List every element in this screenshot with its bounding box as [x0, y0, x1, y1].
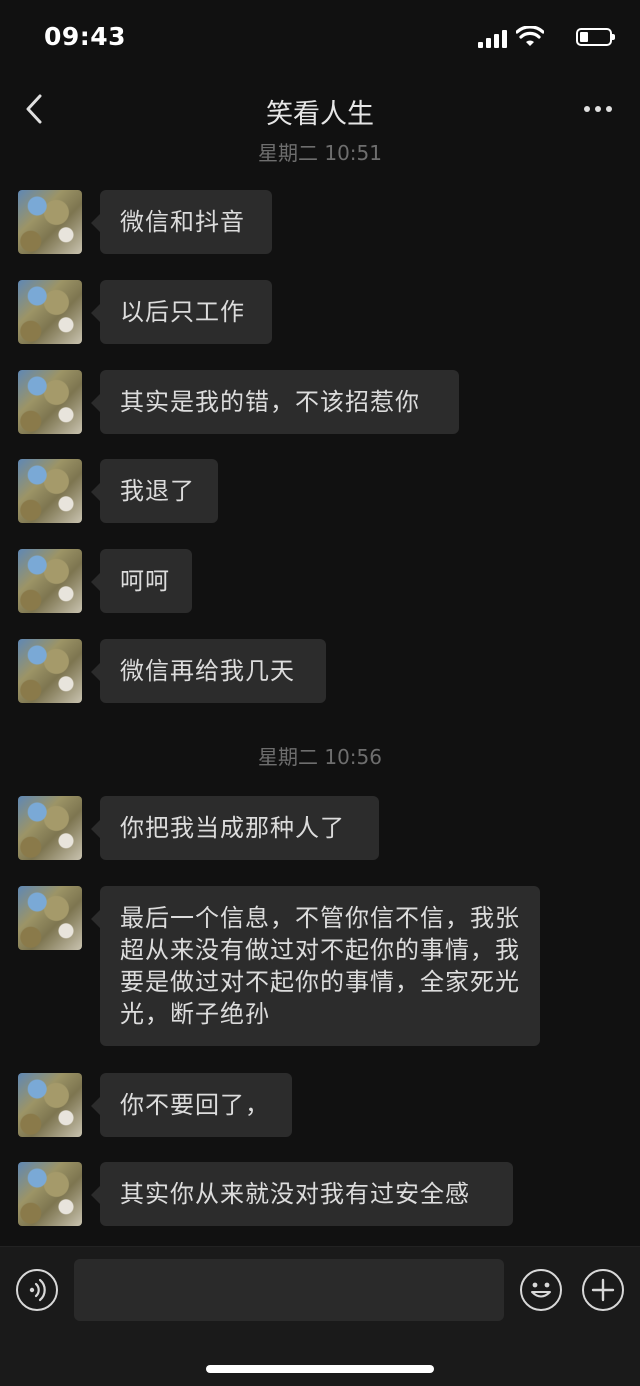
home-indicator[interactable] — [206, 1365, 434, 1373]
input-bar — [0, 1246, 640, 1386]
avatar[interactable] — [18, 549, 82, 613]
message-bubble[interactable]: 最后一个信息，不管你信不信，我张超从来没有做过对不起你的事情，我要是做过对不起你… — [91, 886, 540, 1046]
more-dots-icon[interactable] — [584, 106, 614, 114]
chat-title: 笑看人生 — [266, 99, 374, 130]
voice-icon[interactable] — [16, 1269, 58, 1311]
avatar[interactable] — [18, 1073, 82, 1137]
avatar[interactable] — [18, 459, 82, 523]
battery-level — [580, 32, 588, 42]
avatar[interactable] — [18, 370, 82, 434]
nav-bar: 笑看人生 — [0, 80, 640, 140]
chat-area[interactable]: 星期二 10:51 微信和抖音 以后只工作 其实是我的错，不该招惹你 我退了 呵… — [0, 140, 640, 1246]
avatar[interactable] — [18, 796, 82, 860]
message-bubble[interactable]: 你把我当成那种人了 — [91, 796, 379, 860]
status-icons — [472, 26, 615, 50]
avatar[interactable] — [18, 190, 82, 254]
status-time: 09:43 — [44, 22, 127, 51]
message-bubble[interactable]: 其实是我的错，不该招惹你 — [91, 370, 459, 434]
message-bubble[interactable]: 以后只工作 — [91, 280, 272, 344]
message-bubble[interactable]: 微信和抖音 — [91, 190, 272, 254]
message-bubble[interactable]: 其实你从来就没对我有过安全感 — [91, 1162, 513, 1226]
status-bar: 09:43 — [0, 0, 640, 80]
avatar[interactable] — [18, 639, 82, 703]
avatar[interactable] — [18, 1162, 82, 1226]
timestamp: 星期二 10:56 — [258, 745, 382, 769]
wifi-icon — [516, 26, 544, 46]
message-bubble[interactable]: 微信再给我几天 — [91, 639, 326, 703]
emoji-icon[interactable] — [520, 1269, 562, 1311]
signal-icon — [478, 30, 508, 48]
plus-icon[interactable] — [582, 1269, 624, 1311]
timestamp: 星期二 10:51 — [258, 141, 382, 165]
message-bubble[interactable]: 你不要回了， — [91, 1073, 292, 1137]
message-bubble[interactable]: 我退了 — [91, 459, 218, 523]
avatar[interactable] — [18, 886, 82, 950]
battery-icon — [576, 28, 615, 46]
avatar[interactable] — [18, 280, 82, 344]
message-bubble[interactable]: 呵呵 — [91, 549, 192, 613]
message-input[interactable] — [74, 1259, 504, 1321]
